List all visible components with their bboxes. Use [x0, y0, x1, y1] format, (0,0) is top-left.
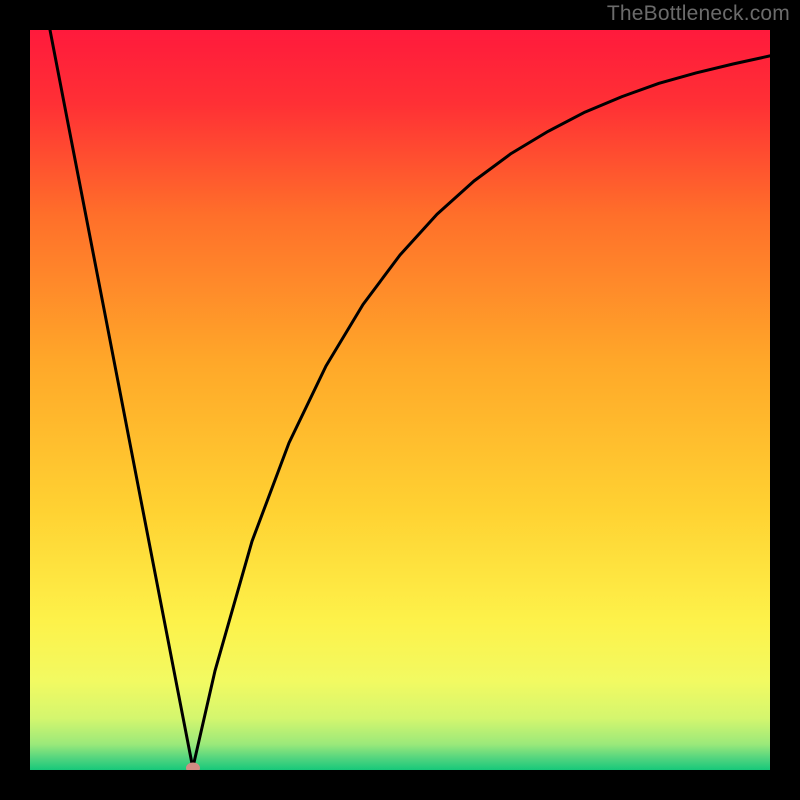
optimum-marker [186, 762, 200, 770]
chart-container: TheBottleneck.com [0, 0, 800, 800]
plot-area [30, 30, 770, 770]
gradient-bg [30, 30, 770, 770]
chart-svg [30, 30, 770, 770]
attribution-label: TheBottleneck.com [607, 2, 790, 26]
